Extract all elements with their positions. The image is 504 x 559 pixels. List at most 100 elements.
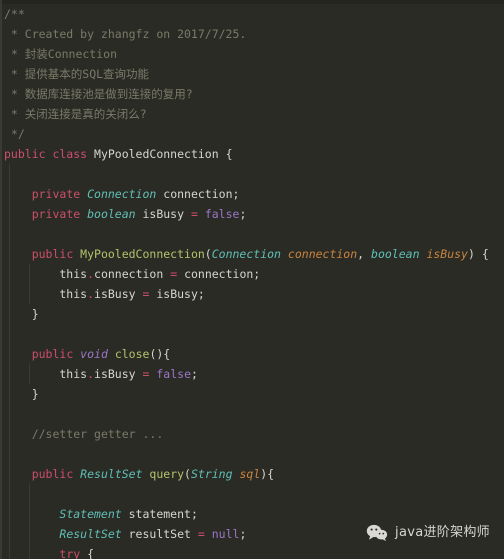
code-line: private boolean isBusy = false; [0, 204, 504, 224]
code-token: public [31, 247, 81, 261]
code-token: . [87, 267, 95, 281]
code-token: connection [287, 247, 358, 261]
code-content[interactable]: /** * Created by zhangfz on 2017/7/25. *… [0, 4, 504, 559]
code-line: */ [0, 124, 504, 144]
indent-guide [9, 524, 10, 544]
code-token: boolean [371, 247, 420, 261]
code-line: * 数据库连接池是做到连接的复用? [0, 84, 504, 104]
indent-guide [9, 504, 10, 524]
indent-guide [9, 344, 10, 364]
code-token: isBusy [94, 287, 143, 301]
code-token: isBusy [94, 367, 143, 381]
code-token: /** [4, 7, 25, 21]
code-token: MyPooledConnection { [94, 147, 233, 161]
code-token: ( [204, 247, 212, 261]
code-line [0, 404, 504, 424]
code-line: /** [0, 4, 504, 24]
code-token: try [59, 547, 81, 559]
code-line: public MyPooledConnection(Connection con… [0, 244, 504, 264]
code-token: * 关闭连接是真的关闭么? [4, 107, 147, 121]
code-token: void [80, 347, 108, 361]
code-token: ResultSet [59, 527, 122, 541]
indent-guide [9, 184, 10, 204]
code-line: * 提供基本的SQL查询功能 [0, 64, 504, 84]
code-token: isBusy; [149, 287, 205, 301]
code-line: public class MyPooledConnection { [0, 144, 504, 164]
code-token: connection; [156, 187, 240, 201]
indent-guide [9, 484, 10, 504]
code-line [0, 444, 504, 464]
code-line: } [0, 384, 504, 404]
indent-guide [29, 284, 30, 304]
code-token: ResultSet [80, 467, 143, 481]
code-token: sql [239, 467, 261, 481]
indent-guide [9, 324, 10, 344]
indent-guide [29, 524, 30, 544]
code-token: null [211, 527, 240, 541]
wechat-icon [366, 524, 388, 542]
code-token: public [31, 467, 81, 481]
indent-guide [9, 464, 10, 484]
code-token: */ [4, 127, 25, 141]
code-line [0, 324, 504, 344]
code-token: * 封装Connection [4, 47, 118, 61]
indent-guide [9, 424, 10, 444]
code-token: isBusy [426, 247, 468, 261]
code-token: close [114, 347, 150, 361]
code-line: * 封装Connection [0, 44, 504, 64]
code-token: ; [239, 527, 247, 541]
code-token: = [197, 527, 205, 541]
code-line [0, 224, 504, 244]
indent-guide [29, 484, 30, 504]
code-line: private Connection connection; [0, 184, 504, 204]
code-token: Statement [59, 507, 122, 521]
indent-guide [9, 244, 10, 264]
indent-guide [9, 224, 10, 244]
code-token: //setter getter ... [31, 427, 164, 441]
code-token: = [190, 207, 198, 221]
indent-guide [29, 504, 30, 524]
code-token: ( [184, 467, 191, 481]
code-line: } [0, 304, 504, 324]
code-line [0, 484, 504, 504]
indent-guide [9, 164, 10, 184]
code-line: public void close(){ [0, 344, 504, 364]
code-token: connection; [177, 267, 261, 281]
code-token: * 数据库连接池是做到连接的复用? [4, 87, 193, 101]
code-token: String [190, 467, 233, 481]
code-line: public ResultSet query(String sql){ [0, 464, 504, 484]
code-token: this [4, 287, 88, 301]
indent-guide [9, 264, 10, 284]
indent-guide [29, 364, 30, 384]
code-line: this.connection = connection; [0, 264, 504, 284]
code-token: { [80, 547, 95, 559]
indent-guide [9, 544, 10, 559]
code-token: * Created by zhangfz on 2017/7/25. [4, 27, 247, 41]
code-token: . [87, 287, 95, 301]
code-token: ; [239, 207, 247, 221]
indent-guide [9, 204, 10, 224]
code-line: try { [0, 544, 504, 559]
code-line [0, 164, 504, 184]
indent-guide [9, 364, 10, 384]
code-token: connection [94, 267, 171, 281]
code-token: boolean [87, 207, 136, 221]
code-token: Connection [87, 187, 157, 201]
code-token: MyPooledConnection [80, 247, 205, 261]
code-token: statement; [121, 507, 198, 521]
code-line: Statement statement; [0, 504, 504, 524]
indent-guide [29, 544, 30, 559]
code-token: . [87, 367, 95, 381]
indent-guide [29, 264, 30, 284]
code-line: this.isBusy = isBusy; [0, 284, 504, 304]
code-token: false [204, 207, 240, 221]
indent-guide [9, 284, 10, 304]
code-token: false [156, 367, 191, 381]
